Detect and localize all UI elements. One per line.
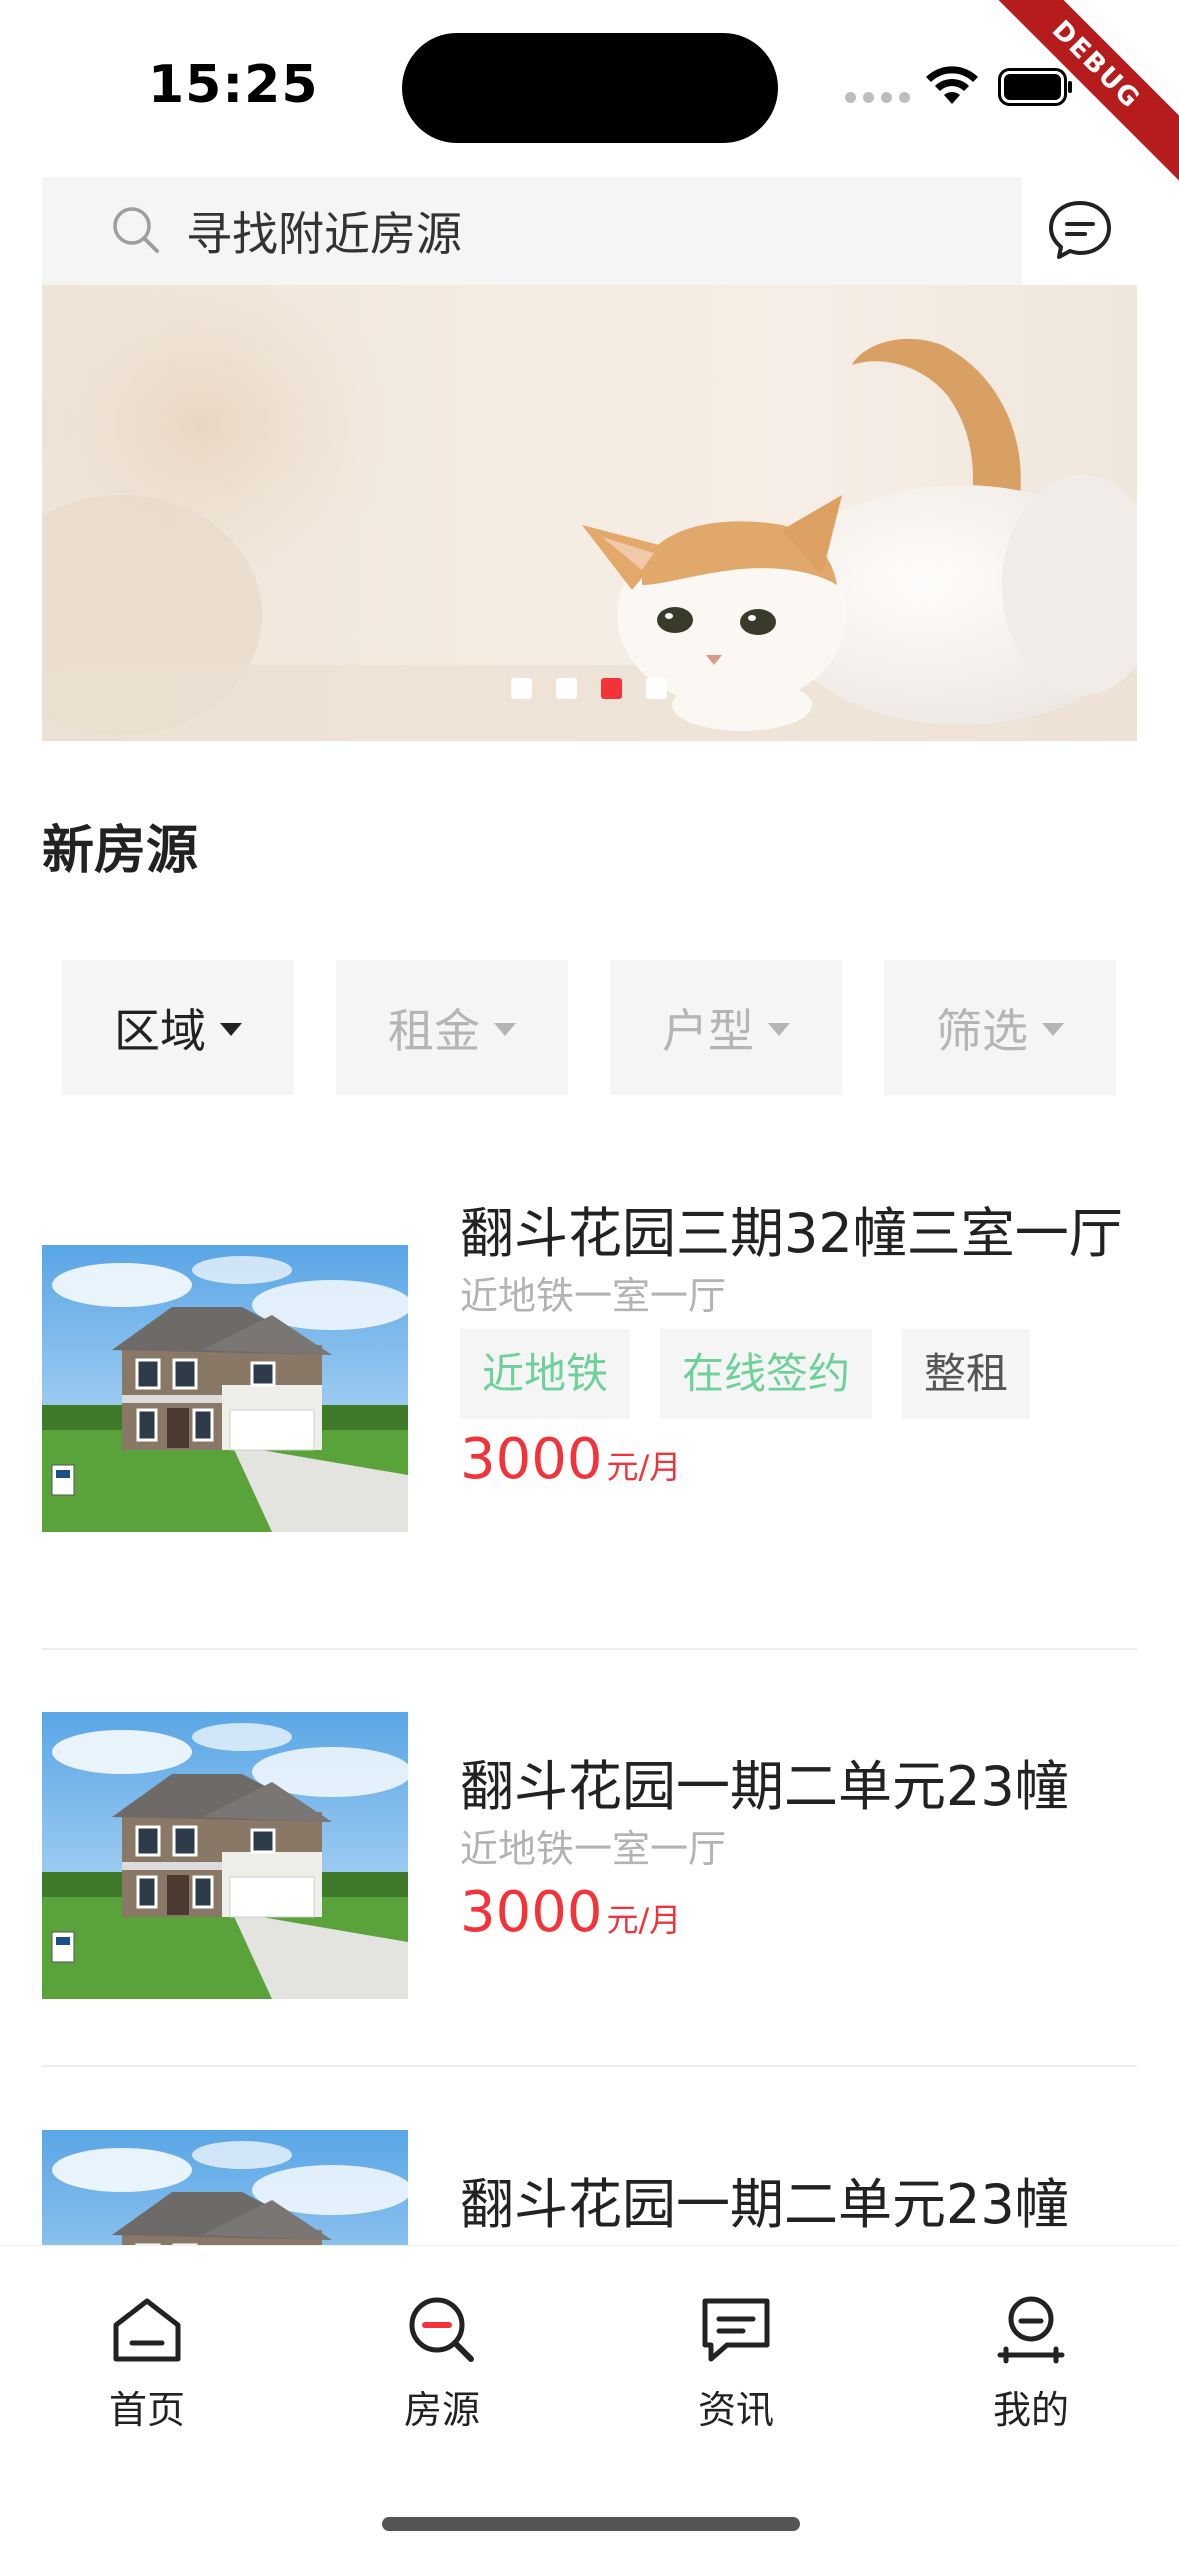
listing-title: 翻斗花园一期二单元23幢 (460, 2173, 1069, 2236)
dynamic-island (402, 33, 778, 143)
divider (42, 2065, 1137, 2067)
listing-subtitle: 近地铁一室一厅 (460, 1274, 727, 1318)
caret-down-icon (220, 1023, 242, 1036)
listing-body: 翻斗花园三期32幢三室一厅 近地铁一室一厅 近地铁 在线签约 整租 3000 元… (460, 1195, 1150, 1492)
wifi-icon (926, 66, 978, 104)
search-placeholder: 寻找附近房源 (186, 207, 462, 261)
filter-tab-more[interactable]: 筛选 (884, 960, 1116, 1095)
filter-tab-rent[interactable]: 租金 (336, 960, 568, 1095)
tag-whole-rent: 整租 (902, 1329, 1031, 1419)
debug-label: DEBUG (979, 0, 1179, 184)
cellular-signal-icon (845, 92, 910, 103)
profile-icon (997, 2296, 1065, 2364)
divider (42, 1648, 1137, 1650)
filter-bar: 区域 租金 户型 筛选 (62, 960, 1117, 1095)
debug-banner: DEBUG (979, 0, 1179, 200)
tag-online-sign: 在线签约 (660, 1329, 873, 1419)
search-bar[interactable]: 寻找附近房源 (42, 177, 1022, 285)
nav-listings[interactable]: 房源 (342, 2291, 542, 2434)
carousel-dot-active[interactable] (601, 678, 622, 699)
status-bar: 15:25 DEBUG (0, 0, 1179, 184)
carousel-dot[interactable] (646, 678, 667, 699)
filter-label: 筛选 (936, 1003, 1028, 1058)
nav-profile[interactable]: 我的 (931, 2291, 1131, 2434)
news-icon (702, 2298, 770, 2362)
nav-news[interactable]: 资讯 (636, 2291, 836, 2434)
nav-home[interactable]: 首页 (47, 2291, 247, 2434)
section-title: 新房源 (42, 821, 199, 881)
listing-subtitle: 近地铁一室一厅 (460, 1827, 727, 1871)
listing-tags: 近地铁 在线签约 整租 (460, 1329, 1150, 1419)
house-photo (42, 1712, 408, 1999)
nav-label: 我的 (992, 2388, 1069, 2432)
listing-body: 翻斗花园一期二单元23幢 近地铁一室一厅 3000 元/月 (460, 1748, 1150, 1945)
price-unit: 元/月 (606, 1448, 682, 1486)
carousel-dot[interactable] (556, 678, 577, 699)
carousel-dot[interactable] (511, 678, 532, 699)
filter-tab-layout[interactable]: 户型 (610, 960, 842, 1095)
listing-title: 翻斗花园三期32幢三室一厅 (460, 1202, 1123, 1265)
home-icon (113, 2298, 181, 2362)
home-indicator[interactable] (382, 2517, 800, 2531)
filter-label: 租金 (388, 1003, 480, 1058)
nav-label: 房源 (403, 2388, 480, 2432)
message-icon[interactable] (1046, 198, 1114, 262)
nav-label: 首页 (108, 2388, 185, 2432)
banner-carousel[interactable] (42, 285, 1137, 741)
filter-label: 户型 (662, 1003, 754, 1058)
kitten-photo (42, 285, 1137, 741)
tag-near-subway: 近地铁 (460, 1329, 631, 1419)
price-value: 3000 (460, 1880, 603, 1945)
listing-price: 3000 元/月 (460, 1427, 1150, 1492)
filter-label: 区域 (114, 1003, 206, 1058)
caret-down-icon (494, 1023, 516, 1036)
house-photo (42, 1245, 408, 1532)
status-time: 15:25 (148, 55, 319, 115)
search-icon (113, 207, 159, 253)
listing-body: 翻斗花园一期二单元23幢 (460, 2166, 1150, 2244)
listing-title: 翻斗花园一期二单元23幢 (460, 1755, 1069, 1818)
bottom-navigation: 首页 房源 资讯 我的 (0, 2245, 1179, 2556)
house-search-icon (409, 2297, 474, 2362)
price-value: 3000 (460, 1427, 603, 1492)
carousel-indicator (511, 678, 667, 699)
caret-down-icon (768, 1023, 790, 1036)
nav-label: 资讯 (697, 2388, 774, 2432)
caret-down-icon (1042, 1023, 1064, 1036)
listing-price: 3000 元/月 (460, 1880, 1150, 1945)
price-unit: 元/月 (606, 1901, 682, 1939)
filter-tab-area[interactable]: 区域 (62, 960, 294, 1095)
